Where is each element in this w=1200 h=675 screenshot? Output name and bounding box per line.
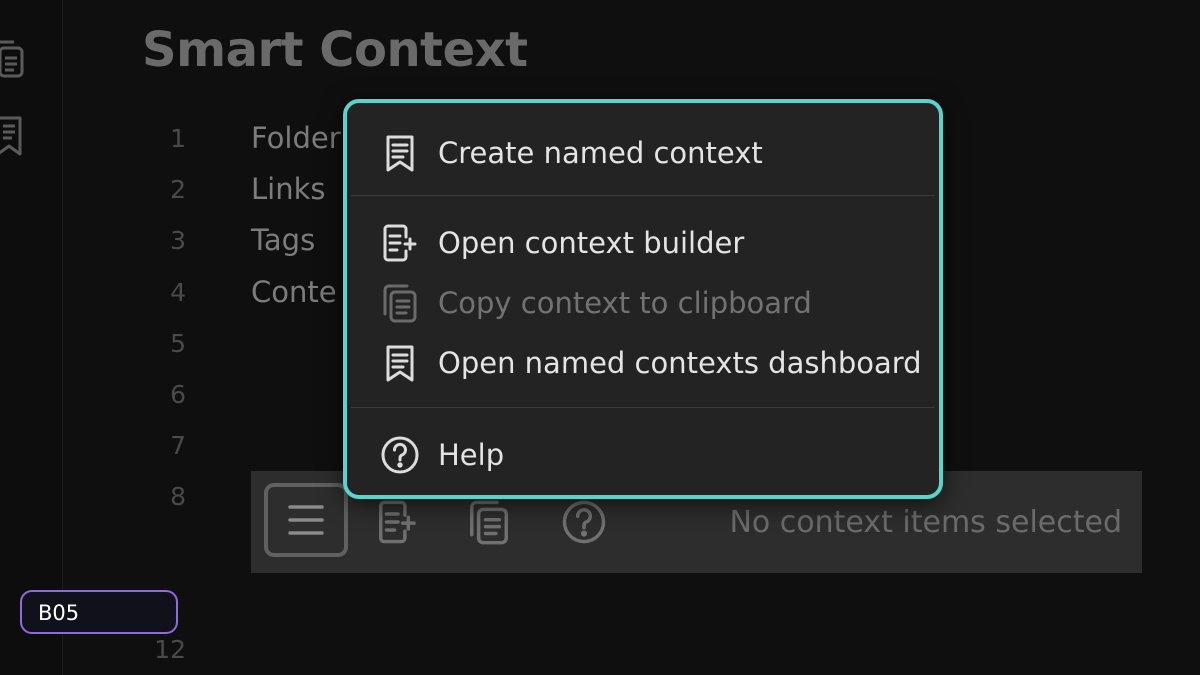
bookmark-doc-icon	[380, 133, 420, 173]
copy-icon	[380, 283, 420, 323]
page-title: Smart Context	[142, 22, 528, 78]
editor-line[interactable]: Folder	[251, 121, 341, 155]
editor-line[interactable]: Conte	[251, 275, 337, 309]
menu-divider	[351, 407, 935, 408]
line-number: 6	[170, 380, 186, 409]
bookmark-doc-icon[interactable]	[0, 114, 28, 158]
editor-line[interactable]: Links	[251, 172, 326, 206]
menu-item-create-named-context[interactable]: Create named context	[347, 125, 939, 181]
line-number: 2	[170, 175, 186, 204]
menu-item-open-context-builder[interactable]: Open context builder	[347, 215, 939, 271]
copy-icon	[470, 500, 508, 545]
menu-item-label: Open context builder	[438, 226, 745, 260]
left-ribbon	[0, 0, 63, 675]
line-number: 4	[170, 278, 186, 307]
menu-button[interactable]	[264, 483, 348, 557]
editor-line[interactable]: Tags	[251, 223, 315, 257]
menu-item-copy-context[interactable]: Copy context to clipboard	[347, 275, 939, 331]
line-number: 3	[170, 226, 186, 255]
menu-item-help[interactable]: Help	[347, 427, 939, 483]
menu-item-open-dashboard[interactable]: Open named contexts dashboard	[347, 335, 939, 391]
menu-item-label: Help	[438, 438, 505, 472]
help-button[interactable]	[561, 499, 607, 545]
line-number: 8	[170, 482, 186, 511]
doc-plus-icon	[380, 223, 420, 263]
help-circle-icon	[380, 435, 420, 475]
menu-item-label: Copy context to clipboard	[438, 286, 812, 320]
doc-plus-icon	[379, 500, 416, 544]
line-number: 5	[170, 329, 186, 358]
bookmark-doc-icon	[380, 343, 420, 383]
menu-divider	[351, 195, 935, 196]
element-badge: B05	[20, 590, 178, 634]
context-builder-button[interactable]	[375, 499, 421, 545]
line-number: 1	[170, 124, 186, 153]
menu-item-label: Open named contexts dashboard	[438, 346, 922, 380]
copy-icon[interactable]	[0, 38, 28, 82]
status-text: No context items selected	[729, 505, 1122, 540]
hamburger-icon	[288, 505, 324, 535]
context-menu: Create named context Open context builde…	[343, 99, 943, 499]
menu-item-label: Create named context	[438, 136, 763, 170]
line-number: 12	[154, 635, 186, 664]
copy-button[interactable]	[466, 499, 512, 545]
line-number: 7	[170, 431, 186, 460]
app-window: Smart Context 1 2 3 4 5 6 7 8 12 Folder …	[0, 0, 1200, 675]
help-circle-icon	[562, 500, 606, 544]
